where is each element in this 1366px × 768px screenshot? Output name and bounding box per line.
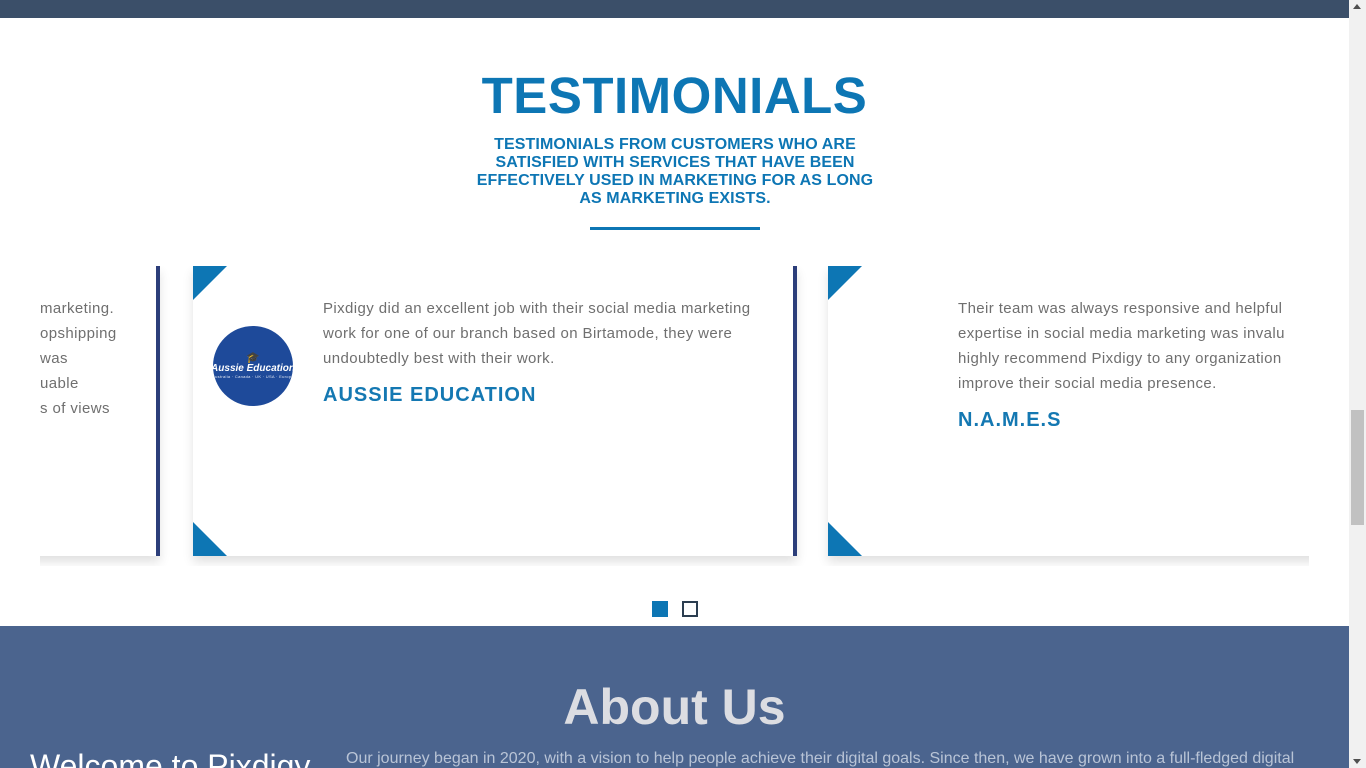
testimonial-slider[interactable]: marketing. opshipping was uable s of vie… [40,266,1309,566]
title-divider [590,227,760,230]
quote-line: uable [40,375,79,392]
logo-text: Aussie Education [211,363,295,374]
graduation-cap-icon: 🎓 [246,352,260,364]
corner-triangle [193,522,227,556]
about-welcome-heading: Welcome to Pixdigy [30,748,311,768]
corner-triangle [828,522,862,556]
card-accent-bar [793,266,797,556]
quote-line: opshipping [40,325,117,342]
testimonial-quote: Their team was always responsive and hel… [958,300,1285,392]
about-title: About Us [563,679,786,735]
section-title: TESTIMONIALS [481,67,868,124]
scroll-up-arrow-icon[interactable] [1353,4,1361,9]
corner-triangle [193,266,227,300]
about-section: About Us Welcome to Pixdigy Our journey … [0,626,1349,768]
aussie-education-logo: 🎓 Aussie Education Australia · Canada · … [211,326,295,406]
slider-pagination [652,601,698,617]
quote-line: marketing. [40,300,115,317]
testimonial-author: N.A.M.E.S [958,409,1062,431]
testimonial-quote: marketing. opshipping was uable s of vie… [40,296,160,421]
page-scrollbar[interactable] [1349,0,1366,768]
pagination-dot-1[interactable] [652,601,668,617]
testimonial-author: AUSSIE EDUCATION [323,384,537,406]
testimonial-card: marketing. opshipping was uable s of vie… [40,266,160,556]
logo-tagline: Australia · Canada · UK · USA · Europe [212,374,294,379]
about-text: Our journey began in 2020, with a vision… [346,750,1295,767]
quote-line: s of views [40,400,110,417]
testimonial-card: 🎓 Aussie Education Australia · Canada · … [193,266,797,556]
card-accent-bar [156,266,160,556]
pagination-dot-2[interactable] [682,601,698,617]
section-subtitle: TESTIMONIALS FROM CUSTOMERS WHO ARE SATI… [476,136,874,207]
testimonial-quote: Pixdigy did an excellent job with their … [323,300,751,367]
top-nav-strip [0,0,1349,18]
corner-triangle [828,266,862,300]
quote-line: was [40,350,68,367]
testimonial-card: Their team was always responsive and hel… [828,266,1309,556]
scroll-down-arrow-icon[interactable] [1353,759,1361,764]
scrollbar-thumb[interactable] [1351,410,1364,525]
